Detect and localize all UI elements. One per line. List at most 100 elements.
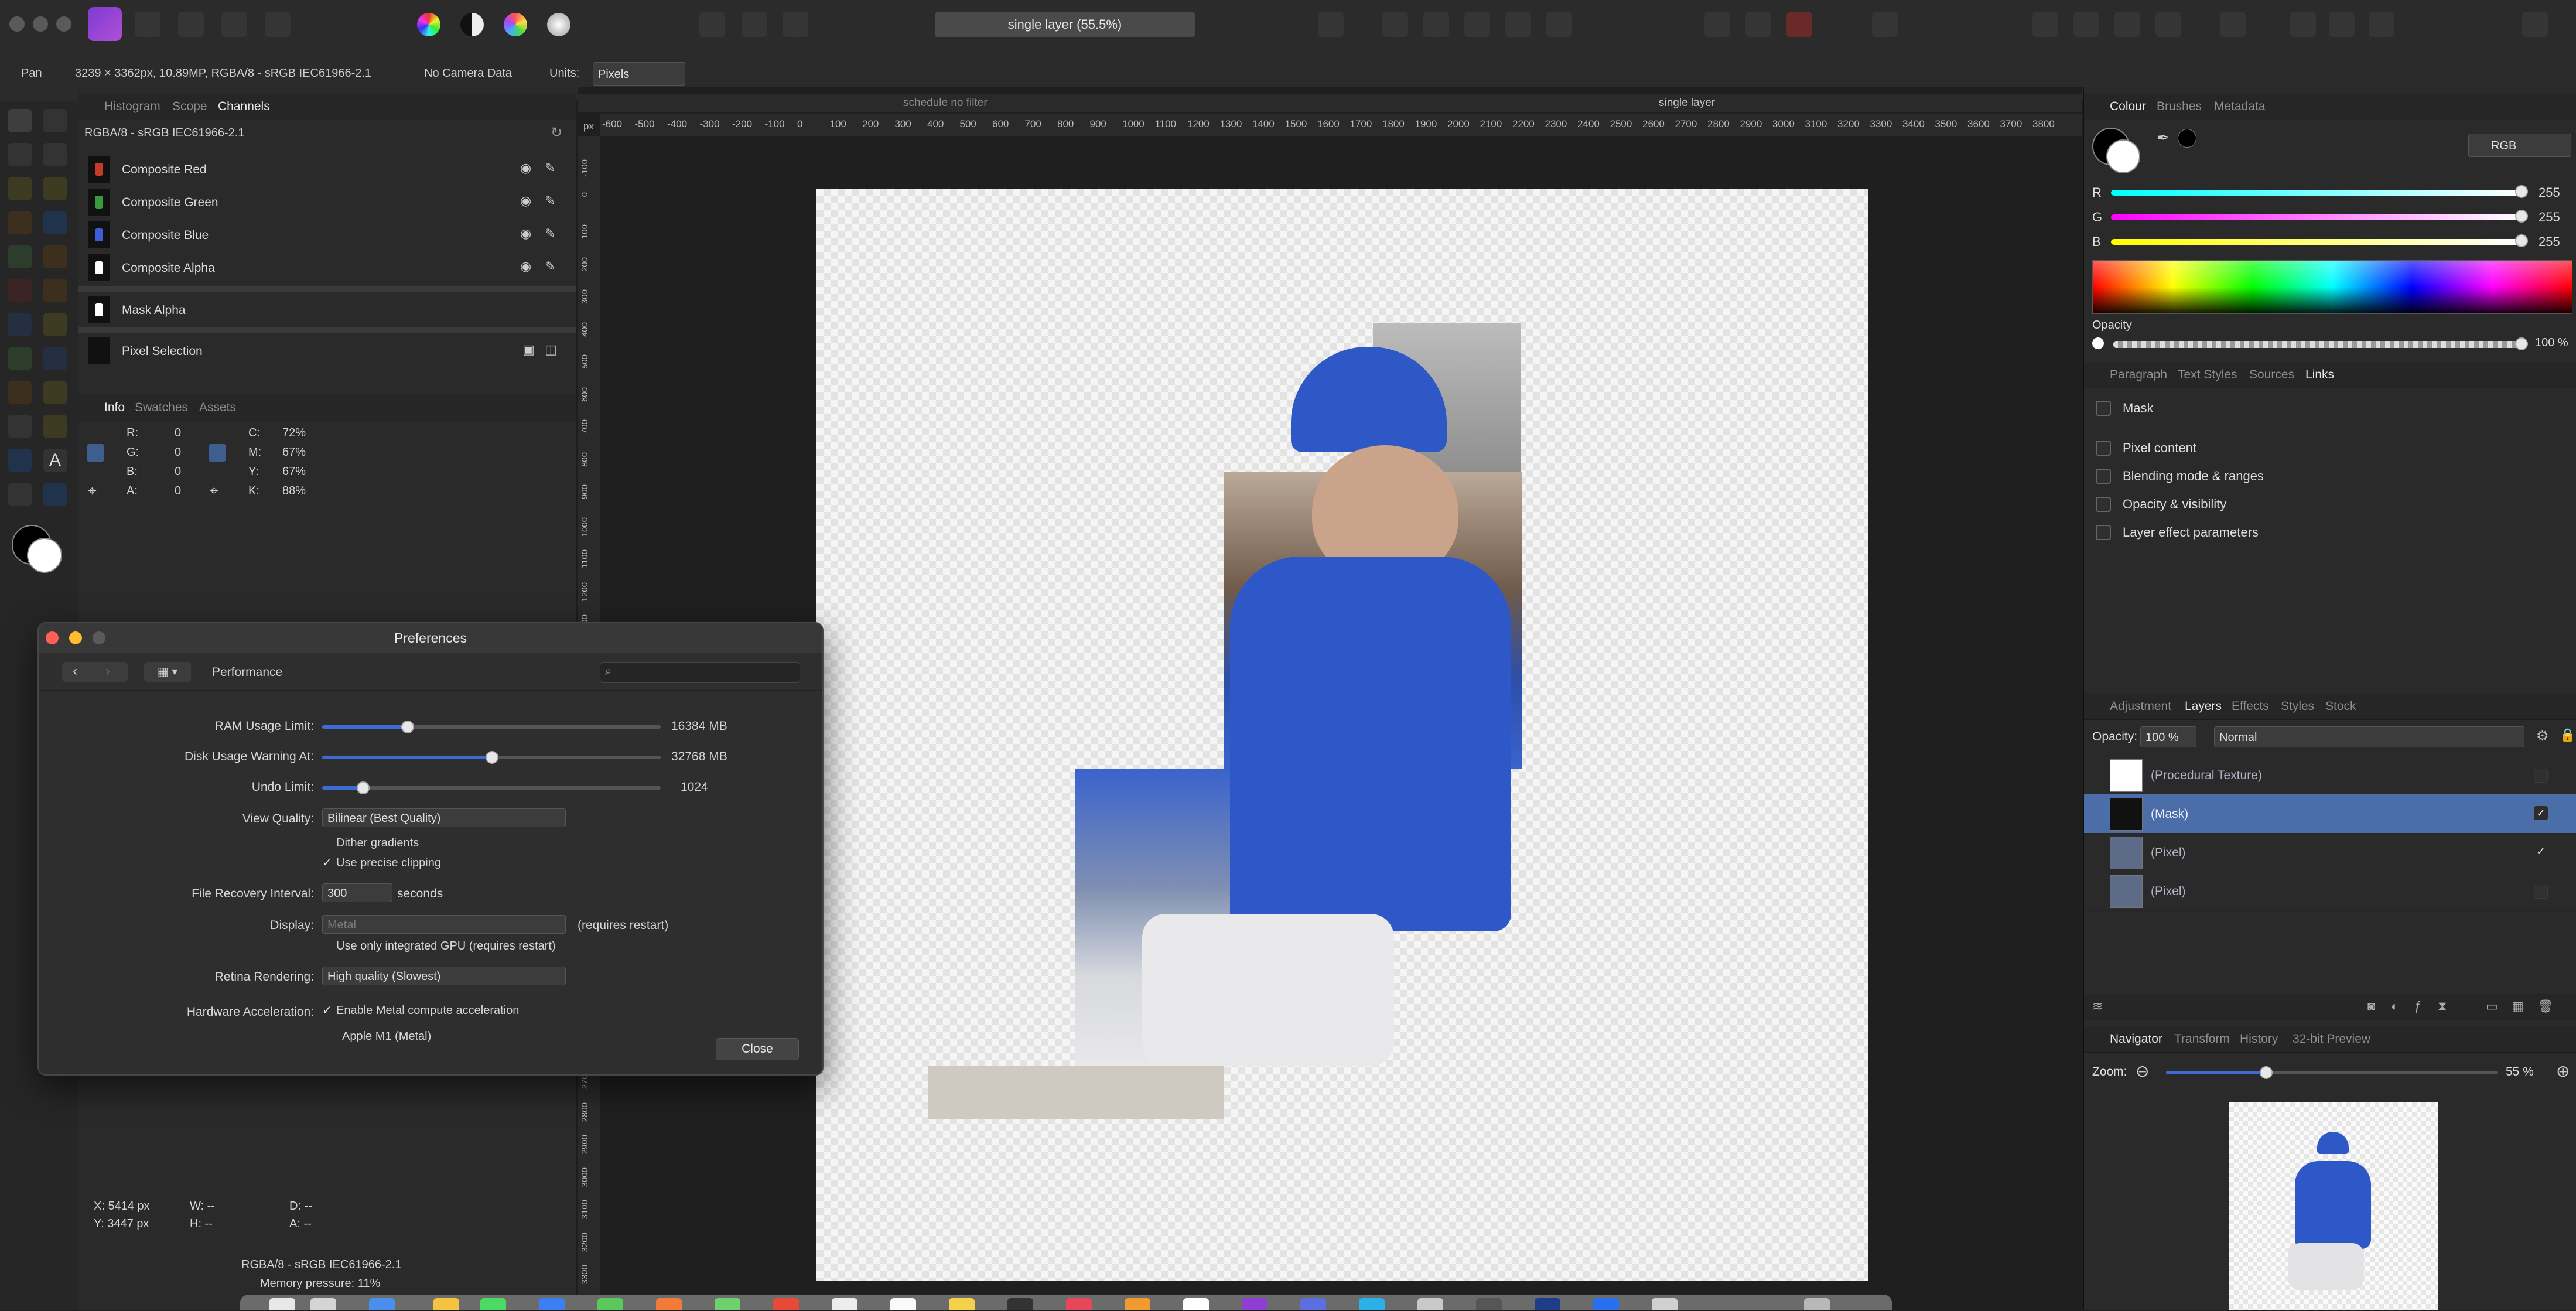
visibility-eye-icon[interactable]: ◉: [520, 161, 531, 176]
studio-panels-icon[interactable]: [2329, 12, 2355, 37]
quick-mask-icon[interactable]: [1318, 12, 1344, 37]
zoom-in-icon[interactable]: ⊕: [2556, 1061, 2570, 1081]
disk-warning-knob[interactable]: [486, 751, 498, 764]
arrange-back-icon[interactable]: [2032, 12, 2058, 37]
edit-pencil-icon[interactable]: ✎: [545, 161, 555, 176]
tab-links[interactable]: Links: [2305, 368, 2334, 382]
ram-usage-value[interactable]: 16384 MB: [671, 719, 727, 733]
edit-pencil-icon[interactable]: ✎: [545, 259, 555, 274]
dock-launchpad-icon[interactable]: [310, 1298, 336, 1310]
liquify-persona-icon[interactable]: [135, 12, 160, 37]
dock-stickies-icon[interactable]: [949, 1298, 975, 1310]
layer-row[interactable]: (Pixel) ✓: [2084, 833, 2576, 872]
opacity-value[interactable]: 100 %: [2535, 336, 2568, 350]
rectangle-tool-icon[interactable]: [8, 449, 32, 472]
selection-intersect-icon[interactable]: [1546, 12, 1572, 37]
tab-scope[interactable]: Scope: [172, 100, 207, 114]
channel-row-alpha[interactable]: Composite Alpha ◉ ✎: [78, 251, 576, 286]
dock-messages-icon[interactable]: [480, 1298, 506, 1310]
channel-row-blue[interactable]: Composite Blue ◉ ✎: [78, 218, 576, 253]
dock-xcode-icon[interactable]: [1535, 1298, 1560, 1310]
back-arrow-icon[interactable]: ‹: [73, 663, 77, 680]
tab-navigator[interactable]: Navigator: [2110, 1032, 2162, 1046]
document-tab-schedule[interactable]: schedule no filter: [903, 97, 988, 110]
colour-spectrum[interactable]: [2092, 260, 2572, 314]
dock-reminders-icon[interactable]: [890, 1298, 916, 1310]
edit-pencil-icon[interactable]: ✎: [545, 226, 555, 241]
lock-icon[interactable]: 🔒: [2560, 728, 2575, 743]
tab-metadata[interactable]: Metadata: [2214, 100, 2266, 114]
assistant-icon[interactable]: [1872, 12, 1898, 37]
live-filter-icon[interactable]: ⧗: [2438, 999, 2447, 1014]
colour-picker-tool-icon[interactable]: [8, 143, 32, 166]
develop-persona-icon[interactable]: [178, 12, 204, 37]
b-value[interactable]: 255: [2539, 234, 2560, 250]
channel-row-red[interactable]: Composite Red ◉ ✎: [78, 152, 576, 187]
load-selection-icon[interactable]: ▣: [522, 342, 535, 357]
adjustment-icon[interactable]: ◐: [2391, 999, 2399, 1014]
file-recovery-select[interactable]: 300: [322, 883, 392, 902]
auto-contrast-icon[interactable]: [460, 13, 484, 36]
invert-selection-icon[interactable]: [783, 12, 808, 37]
dock-music-icon[interactable]: [1066, 1298, 1092, 1310]
pointer-icon[interactable]: [209, 444, 226, 462]
visibility-eye-icon[interactable]: ◉: [520, 259, 531, 274]
dock-finder-icon[interactable]: [269, 1298, 295, 1310]
tab-32bit-preview[interactable]: 32-bit Preview: [2293, 1032, 2370, 1046]
disk-warning-value[interactable]: 32768 MB: [671, 750, 727, 764]
crosshair-icon[interactable]: ⌖: [210, 482, 218, 500]
view-quality-select[interactable]: Bilinear (Best Quality): [322, 808, 566, 827]
colour-model-select[interactable]: RGB: [2468, 134, 2571, 157]
link-mask-checkbox[interactable]: [2096, 401, 2111, 416]
tab-histogram[interactable]: Histogram: [104, 100, 160, 114]
layer-visibility-checkbox[interactable]: ✓: [2534, 806, 2548, 820]
blemish-removal-icon[interactable]: [8, 347, 32, 370]
ram-usage-knob[interactable]: [401, 721, 414, 733]
tab-swatches[interactable]: Swatches: [135, 401, 188, 415]
dialog-minimize-dot[interactable]: [69, 631, 82, 644]
group-folder-icon[interactable]: ▭: [2486, 999, 2498, 1014]
g-slider-knob[interactable]: [2515, 210, 2528, 223]
dock-calendar-icon[interactable]: [773, 1298, 799, 1310]
selection-add-icon[interactable]: [1464, 12, 1490, 37]
window-minimize-button[interactable]: [33, 16, 48, 32]
search-input[interactable]: ⌕: [600, 662, 800, 683]
eyedropper-icon[interactable]: ✒: [2157, 129, 2170, 147]
tab-paragraph[interactable]: Paragraph: [2110, 368, 2167, 382]
dock-books-icon[interactable]: [1125, 1298, 1150, 1310]
refresh-icon[interactable]: ↻: [551, 124, 562, 141]
node-tool-icon[interactable]: [8, 415, 32, 438]
clone-brush-icon[interactable]: [43, 313, 67, 336]
display-select[interactable]: Metal: [322, 915, 566, 934]
tab-text-styles[interactable]: Text Styles: [2178, 368, 2237, 382]
forward-arrow-icon[interactable]: ›: [105, 663, 110, 680]
dodge-brush-icon[interactable]: [8, 313, 32, 336]
dock-preview-icon[interactable]: [1183, 1298, 1209, 1310]
dialog-zoom-dot[interactable]: [93, 631, 105, 644]
edit-pencil-icon[interactable]: ✎: [545, 193, 555, 209]
units-select[interactable]: Pixels: [593, 62, 685, 86]
close-button[interactable]: Close: [716, 1038, 799, 1060]
dock-facetime-icon[interactable]: [715, 1298, 740, 1310]
save-selection-icon[interactable]: ◫: [545, 342, 557, 357]
dither-gradients-checkbox[interactable]: [322, 837, 335, 849]
trash-icon[interactable]: 🗑: [2537, 999, 2554, 1014]
view-tool-icon[interactable]: [8, 109, 32, 132]
dock-mail-icon[interactable]: [539, 1298, 565, 1310]
g-value[interactable]: 255: [2539, 210, 2560, 225]
paint-brush-icon[interactable]: [43, 245, 67, 268]
gradient-tool-icon[interactable]: [8, 245, 32, 268]
marquee-select-icon[interactable]: [699, 12, 725, 37]
share-icon[interactable]: [2369, 12, 2394, 37]
dock-maps-icon[interactable]: [597, 1298, 623, 1310]
dock-terminal-icon[interactable]: [1007, 1298, 1033, 1310]
zoom-slider[interactable]: [2166, 1071, 2498, 1074]
dock-affinity-photo-icon[interactable]: [1300, 1298, 1326, 1310]
zoom-out-icon[interactable]: ⊖: [2136, 1061, 2149, 1081]
inpainting-brush-icon[interactable]: [8, 381, 32, 404]
tab-styles[interactable]: Styles: [2281, 699, 2314, 713]
snapping-magnet-icon[interactable]: [1786, 12, 1812, 37]
dock-system-preferences-icon[interactable]: [1417, 1298, 1443, 1310]
link-opacity-checkbox[interactable]: [2096, 497, 2111, 512]
retina-rendering-select[interactable]: High quality (Slowest): [322, 967, 566, 985]
